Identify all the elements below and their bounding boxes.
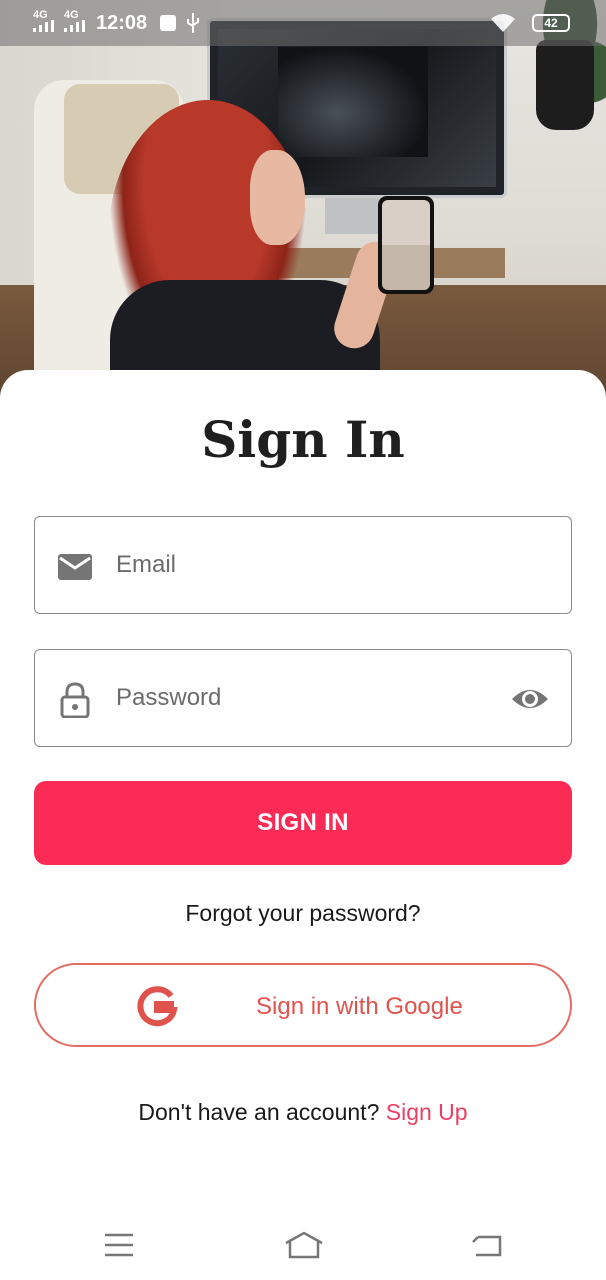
page-title: Sign In xyxy=(201,410,405,469)
password-field[interactable]: Password xyxy=(34,649,572,747)
sign-in-button[interactable]: SIGN IN xyxy=(34,781,572,865)
back-icon[interactable] xyxy=(470,1230,504,1260)
clock: 12:08 xyxy=(96,12,148,34)
photo-monitor-stand xyxy=(325,198,385,234)
wifi-icon xyxy=(491,14,515,32)
sign-up-link[interactable]: Sign Up xyxy=(386,1099,468,1125)
photo-phone xyxy=(378,196,434,294)
google-sign-in-button[interactable]: Sign in with Google xyxy=(34,963,572,1047)
no-account-text: Don't have an account? xyxy=(138,1099,380,1125)
home-icon[interactable] xyxy=(284,1230,324,1260)
lock-icon xyxy=(60,682,90,718)
email-field[interactable]: Email xyxy=(34,516,572,614)
password-placeholder: Password xyxy=(116,684,222,711)
signal-icon-2 xyxy=(64,20,85,32)
notification-icon xyxy=(160,15,176,31)
system-navigation-bar xyxy=(0,1210,606,1280)
eye-icon[interactable] xyxy=(511,683,549,715)
sign-in-card: Sign In Email Password SIGN IN Forgot yo… xyxy=(0,370,606,1210)
photo-woman-face xyxy=(250,150,305,245)
email-placeholder: Email xyxy=(116,551,177,578)
usb-icon xyxy=(187,13,199,33)
signal-icon xyxy=(33,20,54,32)
menu-icon[interactable] xyxy=(102,1230,136,1260)
forgot-password-link[interactable]: Forgot your password? xyxy=(0,900,606,927)
sign-up-prompt: Don't have an account? Sign Up xyxy=(0,1099,606,1126)
battery-indicator: 42 xyxy=(532,14,570,32)
hero-photo xyxy=(0,0,606,400)
google-button-label: Sign in with Google xyxy=(256,993,463,1020)
photo-lamp xyxy=(536,40,594,130)
status-bar: 4G 4G 12:08 42 xyxy=(0,0,606,46)
mail-icon xyxy=(58,554,92,580)
google-icon xyxy=(137,986,178,1027)
